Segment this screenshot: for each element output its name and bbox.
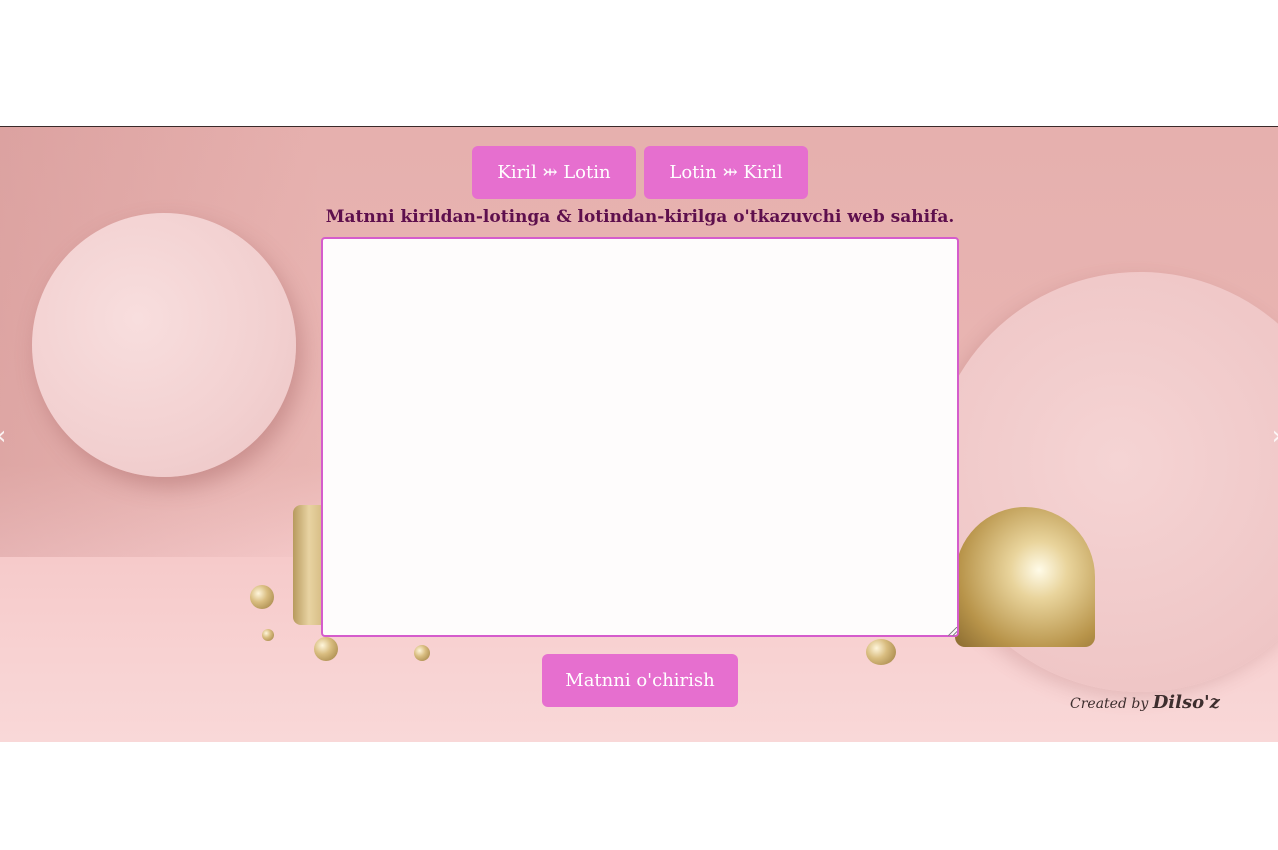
carousel-next-icon[interactable]: › [1272,421,1278,451]
background-gold-dome [955,507,1095,647]
lotin-to-kiril-button[interactable]: Lotin ⤔ Kiril [644,146,808,199]
textarea-resize-handle[interactable] [948,627,957,636]
background-gold-ball [314,637,338,661]
background-disc-left [32,213,296,477]
background-gold-ball [866,639,896,665]
background-gold-ball [262,629,274,641]
carousel-prev-icon[interactable]: ‹ [0,421,6,451]
clear-text-button[interactable]: Matnni o'chirish [542,654,738,707]
text-input-area[interactable] [321,237,959,637]
author-credit: Created by Dilso'z [1070,692,1220,713]
hero-banner: ‹ › Kiril ⤔ Lotin Lotin ⤔ Kiril Matnni k… [0,126,1278,742]
page: ‹ › Kiril ⤔ Lotin Lotin ⤔ Kiril Matnni k… [0,0,1278,850]
credit-author-name: Dilso'z [1152,692,1220,713]
credit-prefix: Created by [1070,696,1153,712]
page-heading: Matnni kirildan-lotinga & lotindan-kiril… [325,207,955,227]
kiril-to-lotin-button[interactable]: Kiril ⤔ Lotin [472,146,636,199]
background-gold-ball [414,645,430,661]
background-gold-ball [250,585,274,609]
